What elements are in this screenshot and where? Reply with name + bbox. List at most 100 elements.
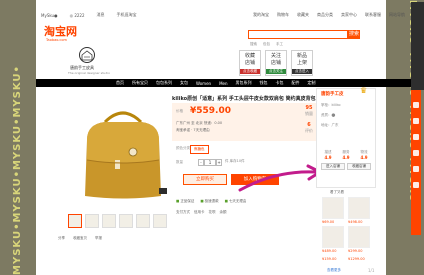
promo-badge: 点击收藏	[240, 69, 260, 74]
favorite-link[interactable]: 收藏宝贝	[73, 236, 87, 241]
shop-info-row: 掌柜：kiliko	[321, 103, 341, 107]
search-button[interactable]: 搜索	[348, 30, 360, 39]
recommend-price: ¥299.00	[348, 249, 363, 253]
quantity-label: 数量	[176, 160, 183, 164]
watermark-left: MYSKU•MYSKU•MYSKU•MYSKU•	[0, 0, 36, 275]
site-topbar: MySku● ◎ 2222 消息 手机逛淘宝 我的淘宝 购物车 收藏夹 商品分类…	[36, 11, 411, 19]
quantity-input[interactable]: 1	[204, 159, 216, 166]
watermark-text: MYSKU•MYSKU•MYSKU•MYSKU•	[12, 65, 23, 275]
thumbnail[interactable]	[68, 214, 82, 228]
topbar-link[interactable]: 消息	[97, 12, 105, 18]
shipping-info: 广东广州 至 北京 快递：0.00	[176, 121, 223, 125]
nav-item[interactable]: 女包	[180, 80, 188, 86]
price-label: 价格	[176, 109, 183, 113]
top-icon[interactable]	[413, 182, 419, 188]
payment-item: 支付方式	[176, 210, 190, 214]
stat-label: 评价	[305, 128, 313, 133]
topbar-link[interactable]: 收藏夹	[297, 12, 309, 18]
favorite-shop-button[interactable]: 收藏店铺	[347, 163, 371, 170]
thumbnail[interactable]	[136, 214, 150, 228]
payment-item: 余额	[219, 210, 227, 214]
share-row: 分享 收藏宝贝 举报	[58, 236, 102, 241]
recommend-price: ¥498.00	[348, 220, 363, 224]
shop-info-title[interactable]: 唐韵手工皮	[321, 91, 344, 97]
score-value: 4.9	[324, 155, 332, 160]
promo-favorite-shop[interactable]: 收藏 店铺 点击收藏	[239, 50, 261, 76]
crown-icon: ♛	[360, 86, 368, 95]
thumbnail[interactable]	[119, 214, 133, 228]
product-price: ¥559.00	[190, 106, 231, 116]
recommend-price: ¥69.00	[322, 220, 335, 224]
screenshot: MYSKU•MYSKU•MYSKU•MYSKU• MYSKU•MYSKU•MYS…	[0, 0, 424, 275]
payment-row: 支付方式 信用卡 花呗 余额	[176, 210, 227, 215]
search-tag[interactable]: 搜索	[250, 42, 257, 47]
shop-info-row: 地址：广东	[321, 123, 339, 127]
taobao-logo[interactable]: 淘宝网	[44, 26, 77, 37]
topbar-link[interactable]: 商品分类	[317, 12, 333, 18]
topbar-link[interactable]: MySku●	[41, 13, 58, 18]
nav-item[interactable]: 钱包	[260, 80, 268, 86]
recommend-item[interactable]	[348, 226, 370, 248]
house-icon	[81, 50, 93, 61]
thumbnail[interactable]	[85, 214, 99, 228]
stat-label: 销量	[305, 111, 313, 116]
topbar-link[interactable]: 手机逛淘宝	[117, 12, 137, 18]
thumbnail[interactable]	[102, 214, 116, 228]
qr-icon[interactable]	[413, 166, 419, 172]
nav-item[interactable]: Men	[219, 81, 227, 86]
score-value: 4.9	[342, 155, 350, 160]
promo-new-arrivals[interactable]: 新品 上架 点击进入	[291, 50, 313, 76]
payment-item: 花呗	[208, 210, 216, 214]
see-more-link[interactable]: 查看更多	[327, 268, 341, 273]
annotation-arrow	[238, 164, 322, 192]
cart-icon[interactable]	[413, 102, 419, 108]
recommend-price: ¥159.00	[322, 257, 337, 261]
promo-badge: 点击关注	[266, 69, 286, 74]
product-main-image[interactable]	[65, 100, 181, 204]
nav-item[interactable]: 配件	[292, 80, 300, 86]
recommend-item[interactable]	[348, 197, 370, 219]
topbar-link[interactable]: 网站导航	[389, 12, 405, 18]
color-option[interactable]: 焦糖色	[190, 145, 209, 154]
share-link[interactable]: 分享	[58, 236, 65, 241]
topbar-link[interactable]: 我的淘宝	[253, 12, 269, 18]
recommend-item[interactable]	[322, 197, 344, 219]
promo-badge: 点击进入	[292, 69, 312, 74]
topbar-right: 我的淘宝 购物车 收藏夹 商品分类 卖家中心 联系客服 网站导航	[253, 12, 411, 18]
thumbnail[interactable]	[153, 214, 167, 228]
topbar-link[interactable]: 联系客服	[365, 12, 381, 18]
promo-title: 关注 店铺	[270, 53, 281, 66]
shop-score: 描述 4.9	[320, 150, 336, 160]
nav-item[interactable]: 卡包	[276, 80, 284, 86]
recommend-item[interactable]	[322, 226, 344, 248]
promo-title: 收藏 店铺	[244, 53, 255, 66]
search-tag[interactable]: 包包	[263, 42, 270, 47]
nav-item[interactable]: 包包系列	[156, 80, 172, 86]
topbar-link[interactable]: 购物车	[277, 12, 289, 18]
shop-nav: 首页 所有宝贝 包包系列 女包 Women Men 男包系列 钱包 卡包 配件 …	[36, 79, 411, 87]
report-link[interactable]: 举报	[95, 236, 102, 241]
search-tag[interactable]: 手工	[276, 42, 283, 47]
promise-item: 正品保证	[176, 199, 194, 204]
nav-item[interactable]: 首页	[116, 80, 124, 86]
search-input[interactable]	[248, 30, 348, 39]
enter-shop-button[interactable]: 进入店铺	[321, 163, 345, 170]
page-number: 1/1	[368, 268, 375, 273]
nav-item[interactable]: Women	[196, 81, 211, 86]
history-icon[interactable]	[413, 134, 419, 140]
promo-follow-shop[interactable]: 关注 店铺 点击关注	[265, 50, 287, 76]
shop-info-row: 资质：⬤	[321, 113, 336, 117]
shop-logo-icon[interactable]	[79, 47, 95, 63]
increment-button[interactable]: +	[216, 159, 222, 166]
promo-title: 新品 上架	[296, 53, 307, 66]
chat-icon[interactable]	[413, 150, 419, 156]
nav-item[interactable]: 定制	[308, 80, 316, 86]
buy-now-button[interactable]: 立即购买	[183, 174, 227, 185]
topbar-link[interactable]: 卖家中心	[341, 12, 357, 18]
nav-item[interactable]: 所有宝贝	[132, 80, 148, 86]
heart-icon[interactable]	[413, 118, 419, 124]
topbar-link[interactable]: ◎ 2222	[70, 13, 85, 18]
right-sidebar	[411, 90, 421, 235]
nav-item[interactable]: 男包系列	[236, 80, 252, 86]
score-value: 4.9	[360, 155, 368, 160]
